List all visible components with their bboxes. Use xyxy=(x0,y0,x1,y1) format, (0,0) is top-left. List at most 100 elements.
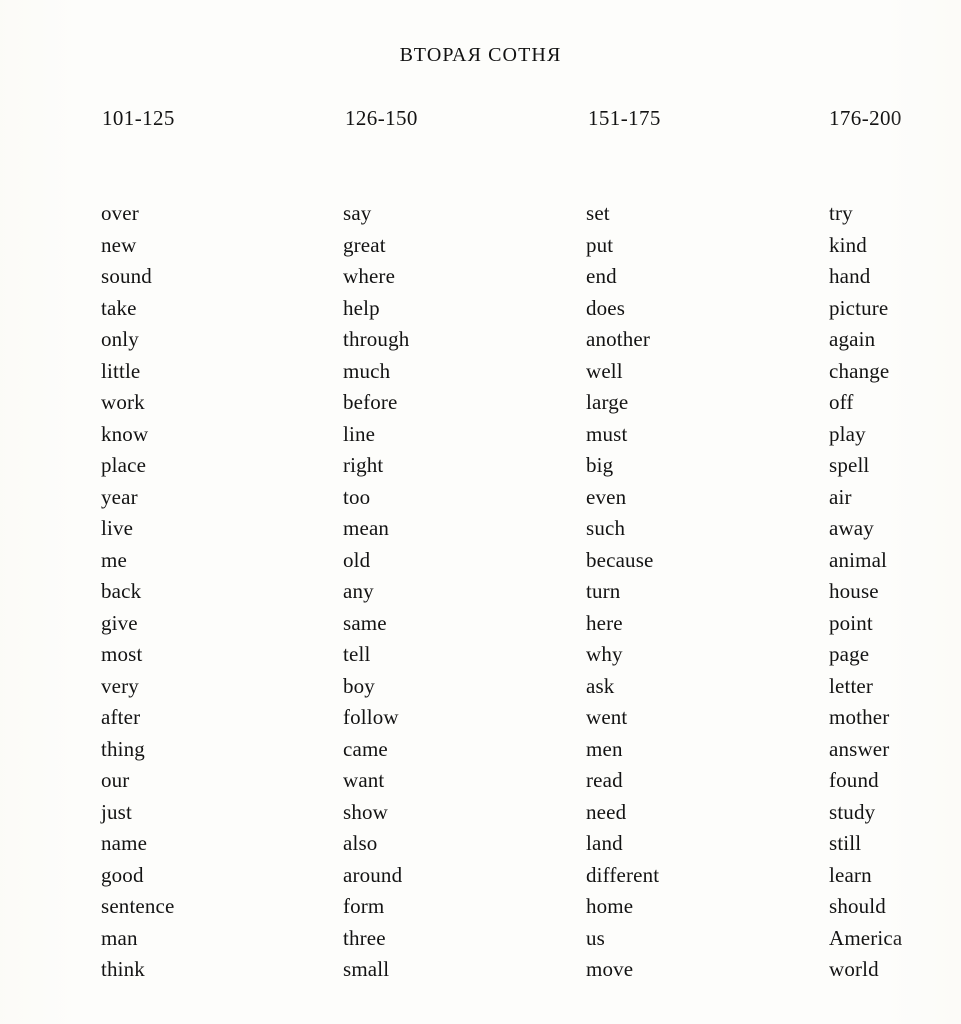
page-title: ВТОРАЯ СОТНЯ xyxy=(399,44,562,66)
word-item: even xyxy=(586,484,627,509)
word-item: just xyxy=(101,799,132,824)
word-item: us xyxy=(586,925,605,950)
word-item: went xyxy=(586,705,628,729)
word-item: boy xyxy=(343,673,375,698)
word-item: letter xyxy=(829,673,874,698)
word-item: kind xyxy=(829,232,867,257)
word-column-4: try kind hand picture again change off play spel… xyxy=(829,198,902,986)
word-item: over xyxy=(101,201,139,225)
word-item: house xyxy=(829,579,879,603)
word-item: play xyxy=(829,421,866,446)
word-item: world xyxy=(829,957,879,981)
word-item: does xyxy=(586,295,626,320)
word-item: try xyxy=(829,201,853,225)
word-item: before xyxy=(343,390,398,414)
word-item: change xyxy=(829,358,890,383)
word-item: must xyxy=(586,421,628,446)
word-item: want xyxy=(343,768,385,792)
word-item: large xyxy=(586,390,629,414)
word-item: picture xyxy=(829,295,889,320)
word-item: again xyxy=(829,327,876,351)
word-item: study xyxy=(829,799,876,824)
word-item: new xyxy=(101,232,137,257)
column-headers: 101-125 126-150 151-175 176-200 xyxy=(0,106,961,136)
column-header-2: 126-150 xyxy=(345,106,418,130)
word-item: help xyxy=(343,295,380,320)
word-item: turn xyxy=(586,579,621,603)
document-page: ВТОРАЯ СОТНЯ 101-125 126-150 151-175 176… xyxy=(0,0,961,1024)
word-item: sound xyxy=(101,264,152,288)
word-item: where xyxy=(343,264,396,288)
word-item: well xyxy=(586,358,623,383)
word-item: place xyxy=(101,453,147,477)
word-item: away xyxy=(829,516,874,540)
word-item: air xyxy=(829,484,852,509)
word-column-2: say great where help through much before line ri… xyxy=(343,198,409,986)
word-item: ask xyxy=(586,673,615,698)
word-item: end xyxy=(586,264,617,288)
word-item: good xyxy=(101,862,144,887)
word-item: point xyxy=(829,610,873,635)
word-item: thing xyxy=(101,736,145,761)
word-item: came xyxy=(343,736,388,761)
word-item: move xyxy=(586,957,634,981)
word-item: after xyxy=(101,705,141,729)
column-header-4: 176-200 xyxy=(829,106,902,130)
word-item: home xyxy=(586,894,634,918)
word-item: men xyxy=(586,736,623,761)
word-item: say xyxy=(343,201,372,225)
word-item: here xyxy=(586,610,623,635)
word-item: great xyxy=(343,232,386,257)
word-item: also xyxy=(343,831,378,855)
word-item: mean xyxy=(343,516,390,540)
word-item: year xyxy=(101,484,138,509)
word-item: tell xyxy=(343,642,371,666)
word-item: work xyxy=(101,390,145,414)
word-item: follow xyxy=(343,705,399,729)
word-item: think xyxy=(101,957,145,981)
word-item: man xyxy=(101,925,138,950)
word-item: too xyxy=(343,484,371,509)
word-column-1: over new sound take only little work know place y… xyxy=(101,198,175,986)
column-header-1: 101-125 xyxy=(102,106,175,130)
word-item: different xyxy=(586,862,660,887)
word-item: line xyxy=(343,421,376,446)
word-item: mother xyxy=(829,705,890,729)
word-item: off xyxy=(829,390,854,414)
word-item: why xyxy=(586,642,623,666)
word-item: old xyxy=(343,547,371,572)
word-item: sentence xyxy=(101,894,175,918)
word-item: learn xyxy=(829,862,872,887)
word-item: three xyxy=(343,925,386,950)
word-item: read xyxy=(586,768,623,792)
word-item: take xyxy=(101,295,137,320)
word-item: me xyxy=(101,547,127,572)
word-item: such xyxy=(586,516,626,540)
word-item: need xyxy=(586,799,627,824)
word-item: put xyxy=(586,232,614,257)
word-item: same xyxy=(343,610,387,635)
word-item: much xyxy=(343,358,391,383)
word-item: America xyxy=(829,925,903,950)
word-item: know xyxy=(101,421,149,446)
word-item: live xyxy=(101,516,134,540)
word-item: small xyxy=(343,957,390,981)
word-item: back xyxy=(101,579,142,603)
word-item: our xyxy=(101,768,130,792)
word-item: name xyxy=(101,831,148,855)
word-item: found xyxy=(829,768,879,792)
word-item: hand xyxy=(829,264,871,288)
word-item: only xyxy=(101,327,139,351)
word-item: should xyxy=(829,894,886,918)
word-item: set xyxy=(586,201,610,225)
word-item: because xyxy=(586,547,654,572)
word-column-3: set put end does another well large must big even… xyxy=(586,198,659,986)
word-item: answer xyxy=(829,736,890,761)
word-item: still xyxy=(829,831,862,855)
word-item: little xyxy=(101,358,141,383)
word-item: show xyxy=(343,799,388,824)
word-item: form xyxy=(343,894,385,918)
word-item: any xyxy=(343,579,374,603)
word-item: spell xyxy=(829,453,870,477)
word-item: very xyxy=(101,673,139,698)
